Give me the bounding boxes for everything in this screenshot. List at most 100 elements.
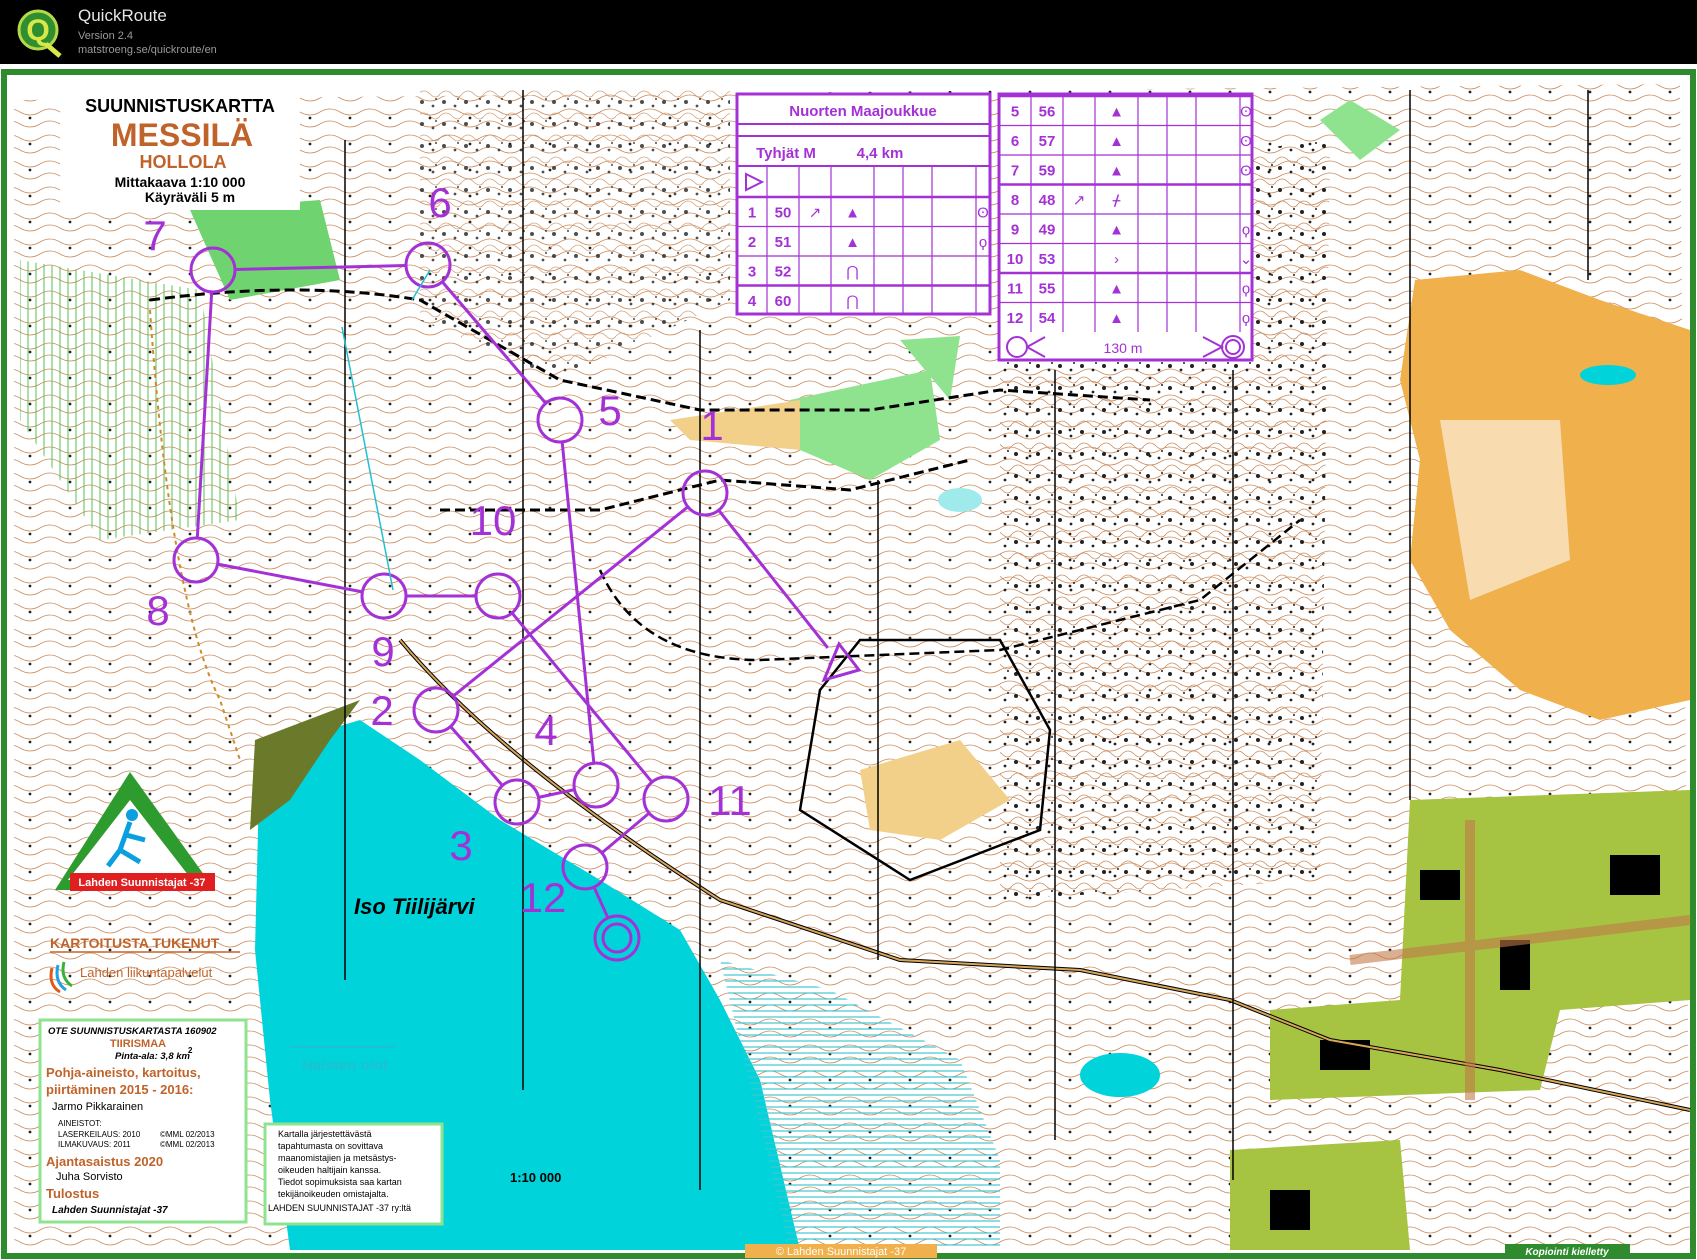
- womens-legs-label: Naisten oiot: [302, 1057, 388, 1074]
- desc-cell: ᚋ: [1112, 192, 1121, 209]
- app-version: Version 2.4: [78, 30, 134, 42]
- course-class: Tyhjät M: [756, 145, 816, 162]
- building-3: [1500, 940, 1530, 990]
- info-aerial: ILMAKUVAUS: 2011: [58, 1140, 131, 1149]
- desc-cell: ▲: [1109, 104, 1124, 121]
- club-logo-text: Lahden Suunnistajat -37: [78, 877, 205, 889]
- desc-cell: 54: [1039, 310, 1056, 327]
- pond: [1080, 1053, 1160, 1097]
- desc-cell: 5: [1011, 104, 1019, 121]
- desc-cell: 50: [775, 205, 792, 222]
- desc-cell: ▲: [845, 234, 860, 251]
- finish-distance: 130 m: [1104, 340, 1143, 356]
- desc-cell: 53: [1039, 251, 1056, 268]
- pond-2: [1580, 365, 1636, 385]
- sponsor-heading: KARTOITUSTA TUKENUT: [50, 935, 220, 951]
- notice-line: Tiedot sopimuksista saa kartan: [278, 1177, 402, 1187]
- desc-cell: ʘ: [1240, 133, 1252, 150]
- control-number: 11: [708, 777, 752, 824]
- info-mapper: Jarmo Pikkarainen: [52, 1101, 143, 1113]
- desc-cell: ϙ: [1242, 281, 1250, 298]
- desc-cell: 1: [748, 205, 756, 222]
- info-heading1b: piirtäminen 2015 - 2016:: [46, 1082, 193, 1097]
- quickroute-logo-icon: Q: [17, 9, 62, 58]
- desc-cell: 9: [1011, 222, 1019, 239]
- info-laser-src: ©MML 02/2013: [160, 1130, 215, 1139]
- desc-cell: ▲: [845, 205, 860, 222]
- desc-cell: ⋂: [846, 264, 858, 281]
- map-municipality: HOLLOLA: [140, 152, 227, 172]
- info-heading3: Tulostus: [46, 1186, 99, 1201]
- desc-cell: 55: [1039, 281, 1056, 298]
- desc-cell: ʘ: [977, 205, 989, 222]
- control-number: 5: [598, 387, 621, 434]
- desc-cell: ▲: [1109, 222, 1124, 239]
- map-viewport[interactable]: SUUNNISTUSKARTTA MESSILÄ HOLLOLA Mittaka…: [0, 64, 1697, 1260]
- desc-cell: ▲: [1109, 163, 1124, 180]
- info-updater: Juha Sorvisto: [56, 1171, 123, 1183]
- app-title-bar: Q QuickRoute Version 2.4 matstroeng.se/q…: [0, 0, 1697, 64]
- building: [1610, 855, 1660, 895]
- notice-line: tapahtumasta on sovittava: [278, 1141, 383, 1151]
- notice-line: Kartalla järjestettävästä: [278, 1129, 372, 1139]
- control-number: 7: [143, 212, 166, 259]
- control-number: 1: [700, 402, 723, 449]
- info-materials: AINEISTOT:: [58, 1119, 101, 1128]
- desc-cell: 12: [1007, 310, 1024, 327]
- control-number: 4: [534, 707, 557, 754]
- info-aerial-src: ©MML 02/2013: [160, 1140, 215, 1149]
- desc-cell: 49: [1039, 222, 1056, 239]
- desc-cell: 3: [748, 264, 756, 281]
- map-title: SUUNNISTUSKARTTA: [85, 96, 275, 116]
- control-number: 2: [370, 687, 393, 734]
- pond-3: [938, 488, 982, 512]
- desc-cell: ↗: [809, 205, 822, 222]
- info-heading2: Ajantasaistus 2020: [46, 1154, 163, 1169]
- orienteering-map[interactable]: SUUNNISTUSKARTTA MESSILÄ HOLLOLA Mittaka…: [0, 64, 1697, 1260]
- desc-cell: 6: [1011, 133, 1019, 150]
- desc-cell: 56: [1039, 104, 1056, 121]
- desc-cell: ϙ: [1242, 310, 1250, 327]
- control-number: 9: [371, 628, 394, 675]
- control-number: 10: [470, 497, 517, 544]
- desc-cell: ▲: [1109, 310, 1124, 327]
- desc-cell: 7: [1011, 163, 1019, 180]
- desc-cell: 11: [1007, 281, 1023, 298]
- desc-cell: 52: [775, 264, 792, 281]
- desc-cell: ↗: [1073, 192, 1086, 209]
- copyright-text: © Lahden Suunnistajat -37: [776, 1246, 906, 1258]
- settlement-area-2: [1230, 1140, 1410, 1250]
- desc-cell: 10: [1007, 251, 1024, 268]
- info-area: Pinta-ala: 3,8 km: [115, 1051, 191, 1062]
- scale-text: 1:10 000: [510, 1170, 561, 1185]
- app-url[interactable]: matstroeng.se/quickroute/en: [78, 44, 217, 56]
- app-title: QuickRoute: [78, 6, 167, 25]
- map-scale-text: Mittakaava 1:10 000: [115, 174, 246, 190]
- info-area-name: TIIRISMAA: [110, 1038, 166, 1050]
- desc-cell: 48: [1039, 192, 1056, 209]
- runner-icon: [126, 809, 138, 821]
- notice-line: tekijänoikeuden omistajalta.: [278, 1189, 389, 1199]
- desc-cell: 57: [1039, 133, 1056, 150]
- event-name: Nuorten Maajoukkue: [789, 103, 937, 120]
- info-line1: OTE SUUNNISTUSKARTASTA 160902: [48, 1026, 217, 1037]
- lake-name: Iso Tiilijärvi: [354, 894, 476, 919]
- desc-cell: ʘ: [1240, 163, 1252, 180]
- notice-line: maanomistajien ja metsästys-: [278, 1153, 397, 1163]
- notice-line: LAHDEN SUUNNISTAJAT -37 ry:ltä: [268, 1203, 411, 1213]
- desc-cell: ⌄: [1240, 251, 1253, 268]
- course-length: 4,4 km: [857, 145, 904, 162]
- desc-cell: 8: [1011, 192, 1019, 209]
- info-printer: Lahden Suunnistajat -37: [52, 1205, 168, 1216]
- control-number: 3: [449, 822, 472, 869]
- logo-letter: Q: [26, 14, 49, 47]
- control-number: 8: [146, 587, 169, 634]
- desc-cell: ▲: [1109, 133, 1124, 150]
- desc-cell: ▲: [1109, 281, 1124, 298]
- desc-cell: ›: [1114, 251, 1119, 268]
- notice-line: oikeuden haltijain kanssa.: [278, 1165, 381, 1175]
- control-description-right: 5 56 ▲ ʘ 6 57 ▲ ʘ 7 59 ▲ ʘ 8 48 ↗ ᚋ 9 49 ▲ ϙ 10 53 › ⌄ 11 55 ▲ ϙ 12 5…: [997, 92, 1254, 362]
- info-area-sup: 2: [188, 1046, 193, 1055]
- building-5: [1270, 1190, 1310, 1230]
- desc-cell: ʘ: [1240, 104, 1252, 121]
